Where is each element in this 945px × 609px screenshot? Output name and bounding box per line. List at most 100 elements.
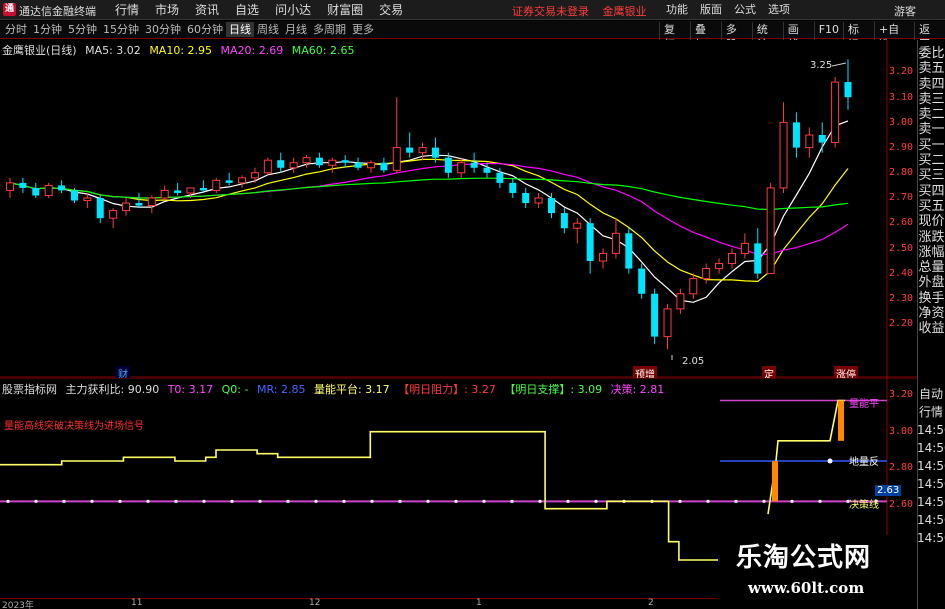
side-item[interactable]: 卖五 <box>918 61 945 76</box>
side-item[interactable]: 卖三 <box>918 92 945 107</box>
candle-body[interactable] <box>663 308 672 338</box>
candle-body[interactable] <box>96 198 104 219</box>
candle-body[interactable] <box>779 121 788 189</box>
candle-body[interactable] <box>238 177 247 184</box>
candle-body[interactable] <box>573 222 582 229</box>
candle-body[interactable] <box>702 268 711 280</box>
candle-body[interactable] <box>186 187 195 194</box>
candlestick-chart[interactable] <box>0 40 917 378</box>
side2-item[interactable]: 自动 <box>917 385 945 403</box>
tab-intraday[interactable]: 分时 <box>2 22 30 37</box>
tab-daily[interactable]: 日线 <box>226 22 254 37</box>
candle-body[interactable] <box>754 243 762 274</box>
candle-body[interactable] <box>444 157 452 173</box>
side-item[interactable]: 涨幅 <box>918 245 945 260</box>
candle-body[interactable] <box>6 182 14 191</box>
candle-body[interactable] <box>818 135 826 143</box>
function-button[interactable]: 功能 <box>660 2 694 18</box>
candle-body[interactable] <box>199 187 207 191</box>
menu-quotes[interactable]: 行情 <box>107 2 147 18</box>
formula-button[interactable]: 公式 <box>728 2 762 18</box>
candle-body[interactable] <box>147 197 156 207</box>
side-item[interactable]: 卖四 <box>918 77 945 92</box>
side-item[interactable]: 买二 <box>918 153 945 168</box>
tab-1min[interactable]: 1分钟 <box>30 22 65 37</box>
menu-ask[interactable]: 问小达 <box>267 2 319 18</box>
candle-body[interactable] <box>599 252 608 262</box>
menu-market[interactable]: 市场 <box>147 2 187 18</box>
candle-body[interactable] <box>805 134 814 149</box>
candle-body[interactable] <box>406 147 414 153</box>
side-item[interactable]: 收益 <box>918 321 945 336</box>
candle-body[interactable] <box>277 160 285 168</box>
guest-label[interactable]: 游客 <box>894 3 916 19</box>
candle-body[interactable] <box>766 187 775 275</box>
side-item[interactable]: 外盘 <box>918 275 945 290</box>
candle-body[interactable] <box>586 223 594 261</box>
candle-body[interactable] <box>32 187 40 196</box>
side-item[interactable]: 委比 <box>918 46 945 61</box>
candle-body[interactable] <box>676 293 685 310</box>
tab-5min[interactable]: 5分钟 <box>65 22 100 37</box>
side-item[interactable]: 买五 <box>918 199 945 214</box>
candle-body[interactable] <box>831 81 840 144</box>
side-item[interactable]: 净资 <box>918 306 945 321</box>
menu-news[interactable]: 资讯 <box>187 2 227 18</box>
candle-body[interactable] <box>212 179 221 191</box>
candle-body[interactable] <box>470 162 478 168</box>
tab-15min[interactable]: 15分钟 <box>100 22 142 37</box>
candle-body[interactable] <box>263 159 272 174</box>
layout-button[interactable]: 版面 <box>694 2 728 18</box>
menu-wealth[interactable]: 财富圈 <box>319 2 371 18</box>
candle-body[interactable] <box>44 184 53 196</box>
tab-60min[interactable]: 60分钟 <box>184 22 226 37</box>
tab-multi-period[interactable]: 多周期 <box>310 22 349 37</box>
side-item[interactable]: 现价 <box>918 214 945 229</box>
candle-body[interactable] <box>135 203 143 206</box>
candle-body[interactable] <box>58 185 66 191</box>
candle-body[interactable] <box>160 189 169 199</box>
menu-watchlist[interactable]: 自选 <box>227 2 267 18</box>
candle-body[interactable] <box>354 162 362 168</box>
candle-body[interactable] <box>431 147 439 158</box>
candle-body[interactable] <box>522 192 530 204</box>
candle-body[interactable] <box>792 122 800 148</box>
candle-body[interactable] <box>534 197 543 204</box>
side-item[interactable]: 卖一 <box>918 122 945 137</box>
candle-body[interactable] <box>109 210 118 219</box>
candle-body[interactable] <box>315 157 323 166</box>
candle-body[interactable] <box>328 159 337 166</box>
candle-body[interactable] <box>625 233 633 269</box>
candle-body[interactable] <box>560 213 568 229</box>
candle-body[interactable] <box>509 182 517 193</box>
candle-body[interactable] <box>638 268 646 294</box>
options-button[interactable]: 选项 <box>762 2 796 18</box>
candle-body[interactable] <box>496 172 504 183</box>
candle-body[interactable] <box>547 198 555 214</box>
side-item[interactable]: 买四 <box>918 184 945 199</box>
candle-body[interactable] <box>689 278 698 295</box>
trade-login-link[interactable]: 证券交易未登录 <box>512 5 589 18</box>
side-item[interactable]: 涨跌 <box>918 230 945 245</box>
tab-more[interactable]: 更多 <box>349 22 377 37</box>
side-item[interactable]: 总量 <box>918 260 945 275</box>
candle-body[interactable] <box>740 242 749 254</box>
candle-body[interactable] <box>225 180 233 183</box>
stock-name-link[interactable]: 金鹰银业 <box>603 5 647 18</box>
side-item[interactable]: 换手 <box>918 291 945 306</box>
candle-body[interactable] <box>844 82 852 98</box>
candle-body[interactable] <box>122 202 131 212</box>
tab-30min[interactable]: 30分钟 <box>142 22 184 37</box>
candle-body[interactable] <box>19 182 27 188</box>
candle-body[interactable] <box>366 162 375 169</box>
side-item[interactable]: 卖二 <box>918 107 945 122</box>
side2-item[interactable]: 行情 <box>917 403 945 421</box>
candle-body[interactable] <box>418 147 427 154</box>
side-item[interactable]: 买三 <box>918 168 945 183</box>
candle-body[interactable] <box>651 293 659 337</box>
tab-weekly[interactable]: 周线 <box>254 22 282 37</box>
tab-monthly[interactable]: 月线 <box>282 22 310 37</box>
candle-body[interactable] <box>83 197 92 202</box>
candle-body[interactable] <box>174 190 182 193</box>
candle-body[interactable] <box>380 162 388 171</box>
